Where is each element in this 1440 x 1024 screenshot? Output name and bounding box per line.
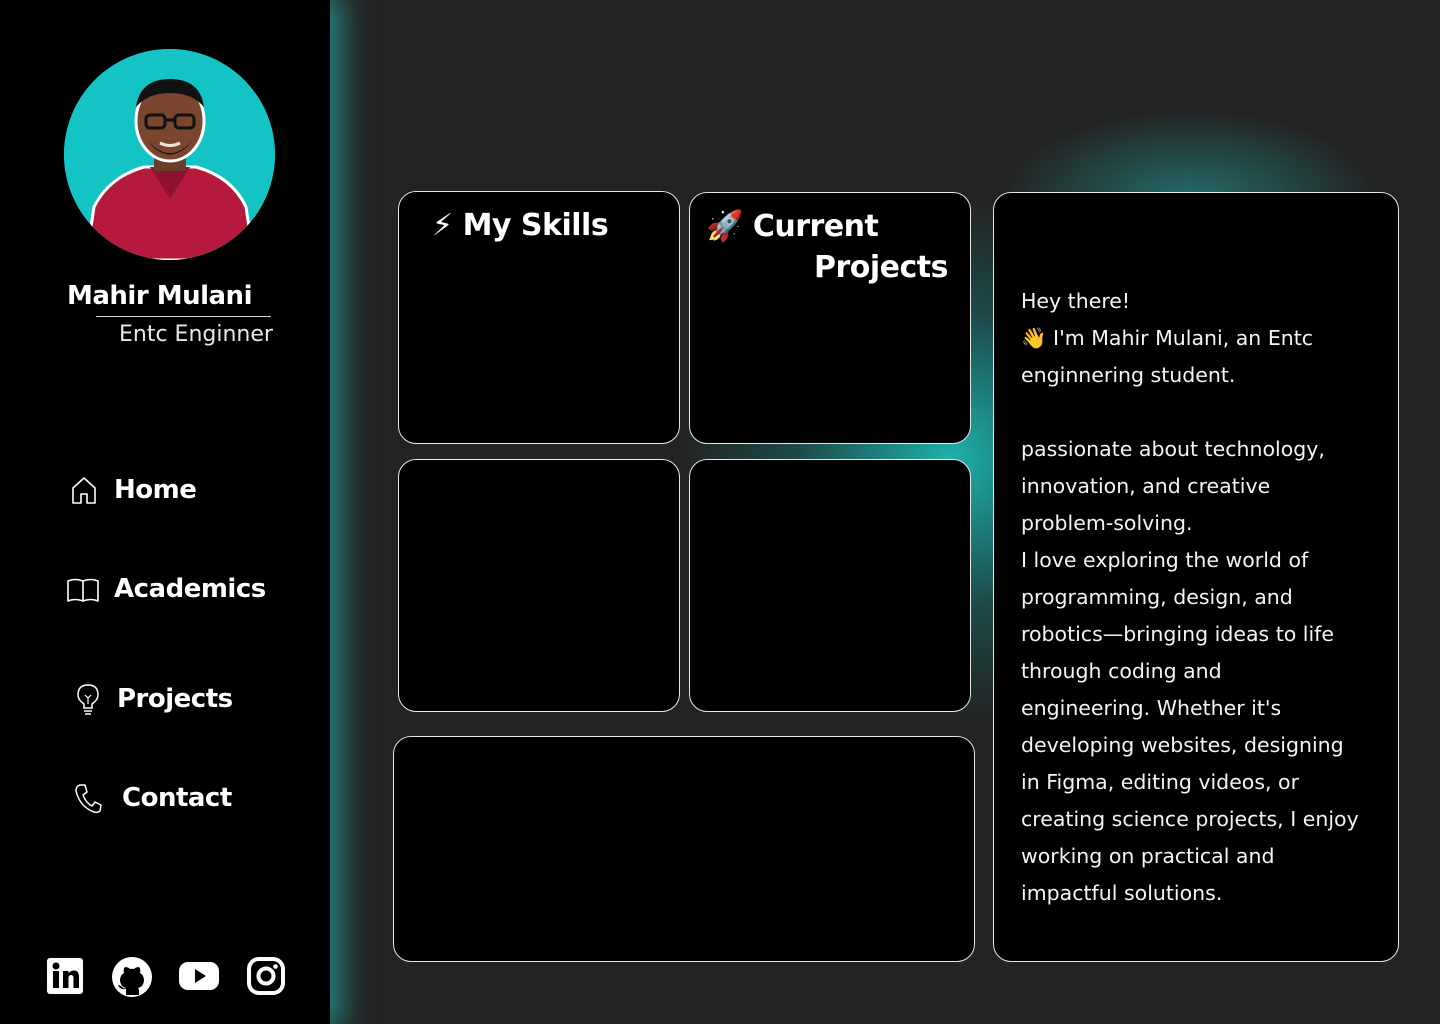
- nav-item-projects[interactable]: Projects: [76, 682, 233, 716]
- home-icon: [70, 474, 98, 506]
- nav-label-home: Home: [114, 475, 197, 505]
- book-icon: [66, 573, 100, 605]
- empty-card-2[interactable]: [689, 459, 971, 712]
- current-projects-card[interactable]: 🚀 Current Projects: [689, 192, 971, 444]
- skills-title-text: My Skills: [462, 208, 609, 243]
- rocket-icon: 🚀: [706, 209, 743, 244]
- github-icon[interactable]: [111, 956, 152, 997]
- nav-label-academics: Academics: [114, 574, 266, 604]
- projects-title-line2: Projects: [813, 250, 949, 285]
- nav-item-contact[interactable]: Contact: [74, 782, 232, 814]
- nav-label-contact: Contact: [122, 783, 232, 813]
- profile-name: Mahir Mulani: [67, 281, 252, 311]
- lightning-icon: ⚡: [432, 208, 453, 243]
- sidebar: Mahir Mulani Entc Enginner Home Academic…: [0, 0, 330, 1024]
- skills-title: ⚡ My Skills: [432, 208, 609, 243]
- name-divider: [96, 316, 271, 317]
- about-text: Hey there! 👋 I'm Mahir Mulani, an Entc e…: [1021, 289, 1359, 905]
- skills-card[interactable]: ⚡ My Skills: [398, 191, 680, 444]
- linkedin-icon[interactable]: [45, 956, 85, 996]
- youtube-icon[interactable]: [178, 958, 219, 998]
- profile-role: Entc Enginner: [119, 322, 273, 347]
- projects-title-line1: 🚀 Current: [706, 209, 879, 244]
- instagram-icon[interactable]: [246, 956, 286, 996]
- about-card: Hey there! 👋 I'm Mahir Mulani, an Entc e…: [993, 192, 1399, 962]
- empty-card-1[interactable]: [398, 459, 680, 712]
- wide-card[interactable]: [393, 736, 975, 962]
- nav-label-projects: Projects: [117, 684, 233, 714]
- bulb-icon: [76, 682, 100, 716]
- nav-item-home[interactable]: Home: [70, 474, 197, 506]
- avatar: [64, 49, 275, 260]
- nav-item-academics[interactable]: Academics: [66, 573, 266, 605]
- projects-title-text1: Current: [752, 209, 879, 244]
- phone-icon: [74, 782, 102, 814]
